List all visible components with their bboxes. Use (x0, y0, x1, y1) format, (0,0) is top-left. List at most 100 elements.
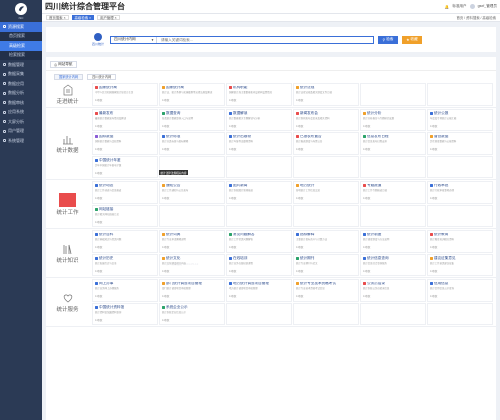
site-card[interactable]: 统计标准 统计分类标准与指标解释 14条数 (159, 132, 225, 155)
menu-icon (3, 91, 6, 95)
card-count: 14条数 (430, 124, 438, 128)
site-subtab[interactable]: 国家统计内网 (54, 73, 84, 80)
avatar[interactable] (469, 4, 475, 9)
sidebar-item[interactable]: 资源搜索 (0, 22, 42, 32)
favorite-button[interactable]: ★ 收藏 (402, 35, 422, 44)
site-card[interactable]: 行政审批 统计行政审批事项办理 14条数 (427, 181, 493, 204)
card-title-row: 最新发布 (95, 111, 155, 116)
open-tab[interactable]: 用户管理 × (97, 14, 120, 21)
heart-hand-icon (63, 294, 72, 302)
close-icon[interactable]: × (115, 16, 117, 20)
card-description: 统计工作通知与公告发布 (162, 189, 189, 192)
site-card[interactable]: 网站链接 统计相关网站链接汇总 14条数 (92, 204, 158, 227)
site-card[interactable]: 系统企业公示 统计系统企业信息公示 14条数 (159, 302, 225, 325)
site-nav-tab[interactable]: ◎ 网站导航 (50, 61, 77, 68)
tab-label: 用户管理 (100, 16, 114, 20)
site-card[interactable]: 统计法规 统计法律法规及相关制度文件汇编 14条数 (293, 83, 359, 106)
site-card[interactable]: 部门统计调查项目管理 部门统计调查项目审批管理 14条数 (159, 279, 225, 302)
card-title: 数据解读 (233, 111, 248, 115)
site-card[interactable]: 数据解读 统计数据相关专题解读与分析 14条数 (226, 108, 292, 131)
site-card[interactable]: 国家统计局 中华人民共和国国家统计局官方主页 14条数 (92, 83, 158, 106)
card-description: 统计专业技术资格考试信息 (296, 287, 325, 290)
site-card[interactable]: 统计教育 统计教育培训相关资料 14条数 (427, 230, 493, 253)
empty-card (293, 204, 359, 227)
section-label: 统计数据 (46, 108, 89, 180)
sidebar-item[interactable]: 系统管理 (0, 136, 42, 146)
site-card[interactable]: 统计制度 统计调查制度与方法说明 14条数 (360, 230, 426, 253)
sidebar-item[interactable]: 数据应用 (0, 79, 42, 89)
site-card[interactable]: 统计分析 统计分析报告与专题研究成果 14条数 (360, 108, 426, 131)
site-card[interactable]: 专题报道 统计工作专题报道汇编 14条数 (360, 181, 426, 204)
site-card[interactable]: 指标解释 主要统计指标含义与计算方法 14条数 (293, 230, 359, 253)
search-button[interactable]: ⚲ 检索 (378, 35, 398, 44)
site-card[interactable]: 中国统计资料馆 统计资料馆馆藏资料查询 14条数 (92, 302, 158, 325)
sidebar-item[interactable]: 数据分析 (0, 89, 42, 99)
site-card[interactable]: 网上办事 统计业务网上办理服务 14条数 (92, 279, 158, 302)
site-card[interactable]: 统计历史 统计发展历史与沿革 14条数 (92, 253, 158, 276)
open-tab[interactable]: 高级检索 × (71, 14, 95, 21)
site-card[interactable]: 新闻发布会 统计新闻发布会实录及相关资料 14条数 (293, 108, 359, 131)
site-card[interactable]: 统计公报 年度及专项统计公报汇编 14条数 (427, 108, 493, 131)
site-card[interactable]: 信息发布日程 统计信息发布日程安排 14条数 (360, 132, 426, 155)
sidebar-item[interactable]: 检索搜索 (0, 50, 42, 60)
search-scope-select[interactable]: 四川统计内网 ▼ (111, 36, 157, 43)
sidebar-item-label: 用户管理 (8, 128, 24, 134)
user-area[interactable]: 🔔 标准用户 gsxf_管理员 (445, 4, 497, 9)
site-card[interactable]: 统计百科 统计基础知识与常见问题 14条数 (92, 230, 158, 253)
site-card[interactable]: 在线培训 统计业务在线培训课程 14条数 (226, 253, 292, 276)
sidebar-item[interactable]: 用户管理 (0, 127, 42, 137)
site-card[interactable]: 统计词典 统计专业术语解释说明 14条数 (159, 230, 225, 253)
sidebar-item[interactable]: 应用系统 (0, 108, 42, 118)
sidebar-item[interactable]: 高级检索 (0, 41, 42, 51)
site-card[interactable]: 图片新闻 统计系统图片新闻报道 14条数 (226, 181, 292, 204)
site-card[interactable]: 国家统计局 统计法、统计条例与实施细则等法律法规及解读 14条数 (159, 83, 225, 106)
section-label: 统计服务 (46, 278, 89, 326)
sidebar-item[interactable]: 首页搜索 (0, 31, 42, 41)
user-name[interactable]: gsxf_管理员 (478, 4, 497, 9)
site-card[interactable]: 统计期刊 统计专业期刊与论文 14条数 (293, 253, 359, 276)
site-card[interactable]: 常见问题解答 统计工作常见问题解答 14条数 (226, 230, 292, 253)
site-card[interactable]: 通知公告 统计工作通知与公告发布 14条数 (159, 181, 225, 204)
site-card[interactable]: 统计专业技术资格考试 统计专业技术资格考试信息 14条数 (293, 279, 359, 302)
site-card[interactable]: 机构职能 国家统计局主要职能和内设机构设置情况 14条数 (226, 83, 292, 106)
sidebar-item[interactable]: 数据审核 (0, 98, 42, 108)
card-title-row: 中国统计资料馆 (95, 305, 155, 310)
search-input[interactable] (157, 36, 373, 43)
close-icon[interactable]: × (89, 16, 91, 20)
site-subtab[interactable]: 四川统计内网 (87, 73, 117, 80)
sidebar-item[interactable]: 数据管理 (0, 60, 42, 70)
site-card[interactable]: 统计动态 统计工作动态与信息报道 14条数 (92, 181, 158, 204)
sidebar-item[interactable]: 大屏分析 (0, 117, 42, 127)
open-tab[interactable]: 首页搜索 × (46, 14, 69, 21)
site-card[interactable]: 信用信息 统计信用信息公示查询 14条数 (427, 279, 493, 302)
site-card[interactable]: 中国统计年鉴 历年中国统计年鉴电子版 14条数 (92, 155, 158, 178)
site-card[interactable]: 统计出版物 统计年鉴等出版物资料 14条数 (226, 132, 292, 155)
site-card[interactable]: 国际数据 国际统计数据与比较资料 14条数 (92, 132, 158, 155)
empty-card (293, 302, 359, 325)
card-description: 地方统计调查项目审批管理 (229, 287, 258, 290)
site-card[interactable]: 地方统计调查项目管理 地方统计调查项目审批管理 14条数 (226, 279, 292, 302)
chevron-down-icon: ▼ (151, 37, 154, 42)
card-count: 14条数 (95, 99, 103, 102)
site-card[interactable]: 统计信息查询 统计信息综合查询服务 14条数 (360, 253, 426, 276)
card-count: 14条数 (162, 246, 170, 249)
close-icon[interactable]: × (64, 16, 66, 20)
card-count: 14条数 (363, 295, 371, 298)
site-card[interactable]: 已报表布置告 统计报表制度与布置公告 14条数 (293, 132, 359, 155)
site-card[interactable]: 地方统计 各地统计工作信息交流 14条数 (293, 181, 359, 204)
site-card[interactable]: 建议征集意见 统计工作意见建议征集 14条数 (427, 253, 493, 276)
card-count: 14条数 (162, 99, 170, 102)
site-card[interactable]: 数据查询 各类统计数据查询入口与说明 14条数 (159, 108, 225, 131)
bell-icon[interactable]: 🔔 (445, 5, 449, 9)
site-icon (229, 111, 232, 115)
site-icon (363, 135, 366, 139)
site-icon (162, 233, 165, 237)
site-card[interactable]: 最新发布 最新统计数据发布情况及解读 14条数 (92, 108, 158, 131)
site-card[interactable]: 普查数据 历次普查数据与公报资料 14条数 (427, 132, 493, 155)
site-card[interactable]: 公务员招录 统计系统公务员招录信息 14条数 (360, 279, 426, 302)
card-description: 中华人民共和国国家统计局官方主页 (95, 91, 134, 94)
card-title: 统计标准 (166, 134, 181, 139)
sidebar-item[interactable]: 数据采集 (0, 70, 42, 80)
watermark: gsxf_管理员 2024-05-12 (166, 262, 199, 266)
card-title-row: 统计历史 (95, 256, 155, 261)
